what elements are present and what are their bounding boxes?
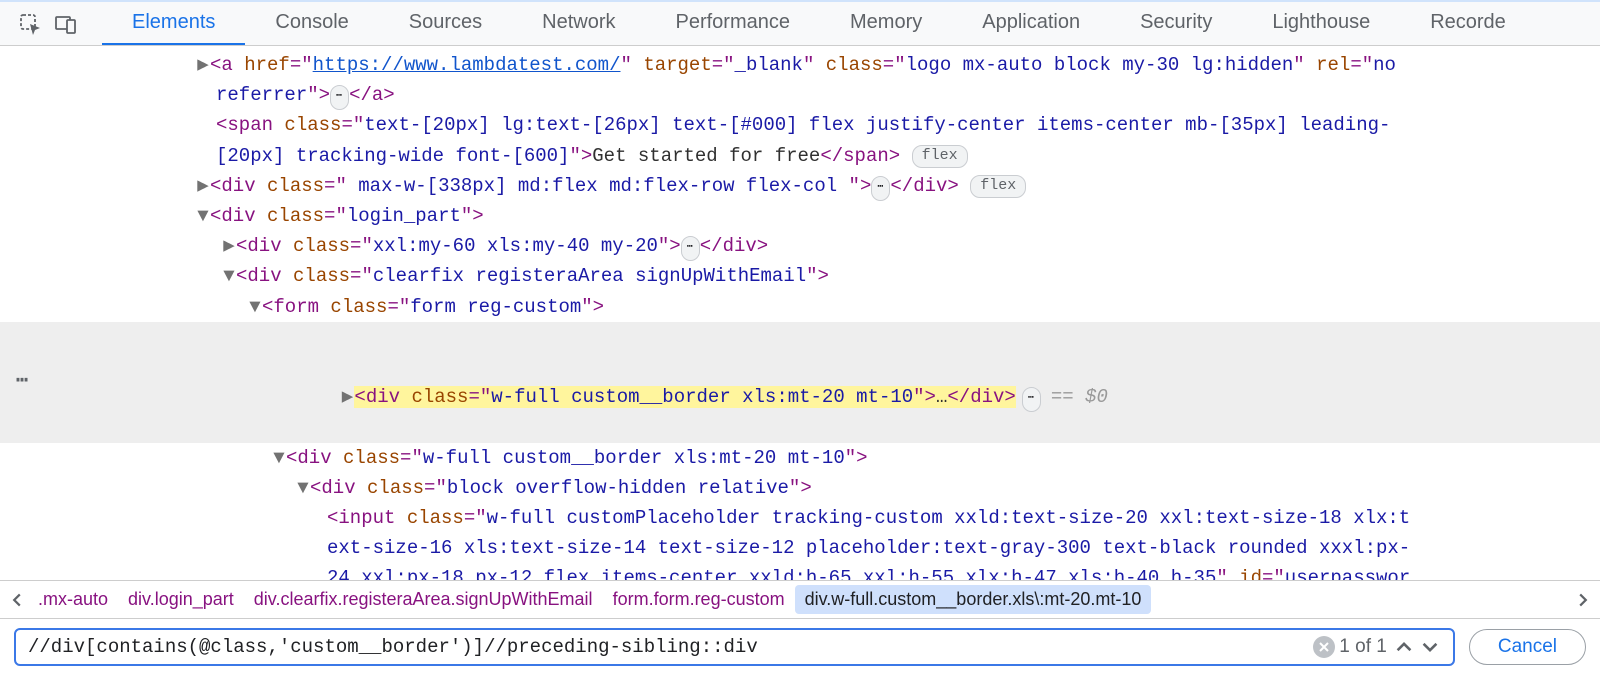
inspect-element-icon[interactable] <box>12 6 48 42</box>
tab-security[interactable]: Security <box>1110 2 1242 46</box>
breadcrumb-scroll-left-icon[interactable] <box>6 589 28 611</box>
tab-performance[interactable]: Performance <box>646 2 821 46</box>
find-input[interactable] <box>26 635 1313 659</box>
tree-node-login-part[interactable]: ▼<div class="login_part"> <box>0 201 1600 231</box>
breadcrumb-scroll-right-icon[interactable] <box>1572 589 1594 611</box>
tree-node-input-cont2[interactable]: 24 xxl:px-18 px-12 flex items-center xxl… <box>0 563 1600 580</box>
devtools-tabs: Elements Console Sources Network Perform… <box>102 2 1536 45</box>
tree-node-a-cont[interactable]: referrer">⋯</a> <box>0 80 1600 110</box>
devtools-toolbar: Elements Console Sources Network Perform… <box>0 0 1600 46</box>
tree-node-sibling-div[interactable]: ▼<div class="w-full custom__border xls:m… <box>0 443 1600 473</box>
tree-node-selected[interactable]: ⋯ ▶<div class="w-full custom__border xls… <box>0 322 1600 443</box>
tree-node-flex-div[interactable]: ▶<div class=" max-w-[338px] md:flex md:f… <box>0 171 1600 201</box>
ellipsis-icon[interactable]: ⋯ <box>1022 387 1041 412</box>
tree-node-input-cont[interactable]: ext-size-16 xls:text-size-14 text-size-1… <box>0 533 1600 563</box>
ellipsis-icon[interactable]: ⋯ <box>330 85 349 110</box>
tab-lighthouse[interactable]: Lighthouse <box>1242 2 1400 46</box>
tree-node-form[interactable]: ▼<form class="form reg-custom"> <box>0 292 1600 322</box>
tree-node-span-cont[interactable]: [20px] tracking-wide font-[600]">Get sta… <box>0 141 1600 171</box>
find-next-icon[interactable] <box>1417 634 1443 660</box>
device-toolbar-icon[interactable] <box>48 6 84 42</box>
tree-node-block-div[interactable]: ▼<div class="block overflow-hidden relat… <box>0 473 1600 503</box>
cancel-button[interactable]: Cancel <box>1469 629 1586 665</box>
breadcrumb: .mx-auto div.login_part div.clearfix.reg… <box>0 580 1600 618</box>
tab-memory[interactable]: Memory <box>820 2 952 46</box>
tree-node-clearfix[interactable]: ▼<div class="clearfix registeraArea sign… <box>0 261 1600 291</box>
tab-network[interactable]: Network <box>512 2 645 46</box>
tab-sources[interactable]: Sources <box>379 2 512 46</box>
find-bar: 1 of 1 Cancel <box>0 618 1600 674</box>
find-input-wrap: 1 of 1 <box>14 628 1455 666</box>
find-match-count: 1 of 1 <box>1335 636 1391 658</box>
ellipsis-icon[interactable]: ⋯ <box>871 176 890 201</box>
tab-console[interactable]: Console <box>245 2 378 46</box>
breadcrumb-item[interactable]: form.form.reg-custom <box>603 585 795 614</box>
more-actions-icon[interactable]: ⋯ <box>16 367 30 397</box>
tree-node-span[interactable]: <span class="text-[20px] lg:text-[26px] … <box>0 110 1600 140</box>
eq-dollar-hint: == $0 <box>1051 386 1108 408</box>
tab-elements[interactable]: Elements <box>102 2 245 46</box>
ellipsis-icon[interactable]: ⋯ <box>681 236 700 261</box>
flex-badge[interactable]: flex <box>912 145 968 168</box>
clear-icon[interactable] <box>1313 636 1335 658</box>
tree-node-input[interactable]: <input class="w-full customPlaceholder t… <box>0 503 1600 533</box>
flex-badge[interactable]: flex <box>970 175 1026 198</box>
tree-node-a[interactable]: ▶<a href="https://www.lambdatest.com/" t… <box>0 50 1600 80</box>
breadcrumb-item[interactable]: div.login_part <box>118 585 244 614</box>
elements-tree[interactable]: ▶<a href="https://www.lambdatest.com/" t… <box>0 46 1600 580</box>
tab-application[interactable]: Application <box>952 2 1110 46</box>
breadcrumb-item[interactable]: .mx-auto <box>28 585 118 614</box>
breadcrumb-item[interactable]: div.clearfix.registeraArea.signUpWithEma… <box>244 585 603 614</box>
find-prev-icon[interactable] <box>1391 634 1417 660</box>
breadcrumb-item-selected[interactable]: div.w-full.custom__border.xls\:mt-20.mt-… <box>795 585 1152 614</box>
tree-node-my60[interactable]: ▶<div class="xxl:my-60 xls:my-40 my-20">… <box>0 231 1600 261</box>
tab-recorder[interactable]: Recorde <box>1400 2 1536 46</box>
